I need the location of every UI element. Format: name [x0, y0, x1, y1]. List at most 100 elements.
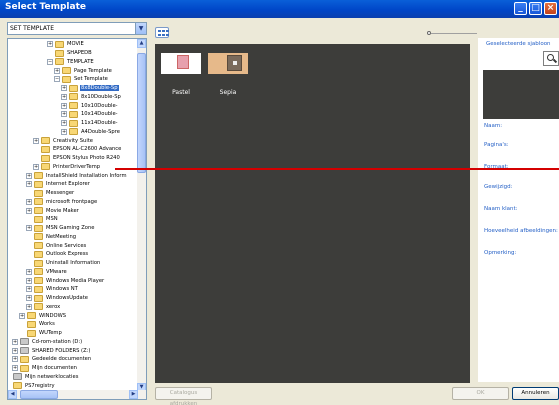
ok-button[interactable]: OK — [452, 387, 509, 400]
scroll-up-icon[interactable]: ▲ — [137, 39, 146, 48]
tree-vertical-scrollbar[interactable]: ▲ ▼ — [137, 39, 146, 392]
tree-item[interactable]: Mijn netwerklocaties — [8, 373, 79, 382]
expand-icon[interactable]: + — [26, 303, 32, 310]
collapse-icon[interactable]: − — [47, 58, 53, 65]
tree-item[interactable]: +11x14Double- — [61, 119, 119, 128]
tree-item[interactable]: NetMeeting — [26, 233, 77, 242]
scroll-right-icon[interactable]: ▶ — [129, 390, 138, 399]
expand-icon[interactable]: + — [61, 111, 67, 118]
folder-icon — [41, 154, 50, 162]
expand-icon[interactable]: + — [12, 365, 18, 371]
chevron-down-icon[interactable]: ▼ — [135, 23, 146, 34]
expand-icon[interactable]: + — [26, 181, 32, 188]
zoom-slider[interactable] — [427, 31, 477, 35]
expand-icon[interactable]: + — [61, 102, 67, 109]
expand-icon[interactable]: + — [12, 338, 18, 345]
annotation-line — [115, 168, 559, 170]
tree-item[interactable]: MSN — [26, 215, 59, 224]
tree-item[interactable]: + WINDOWS — [19, 311, 67, 320]
tree-item[interactable]: Outlook Express — [26, 250, 89, 259]
expand-icon[interactable]: + — [61, 120, 67, 126]
zoom-search-icon[interactable] — [543, 51, 559, 66]
tree-item[interactable]: + Cd-rom-station (D:) — [12, 338, 83, 347]
tree-item[interactable]: Messenger — [26, 189, 75, 198]
print-catalog-button[interactable]: Catalogus afdrukken — [155, 387, 212, 405]
tree-item[interactable]: + SHARED FOLDERS (Z:) — [12, 346, 91, 355]
cancel-button[interactable]: Annuleren — [512, 387, 559, 400]
tree-item[interactable]: SHAPEDB — [47, 49, 93, 58]
expand-icon[interactable]: + — [61, 85, 67, 91]
expand-icon[interactable]: + — [12, 347, 18, 354]
tree-item[interactable]: + MOVIE — [47, 40, 85, 49]
tree-item[interactable]: + Windows NT — [26, 285, 79, 294]
zoom-slider-knob[interactable] — [427, 31, 431, 35]
minimize-button[interactable]: _ — [514, 2, 527, 15]
collapse-icon[interactable]: − — [54, 76, 60, 83]
folder-icon — [34, 285, 43, 293]
view-mode-button[interactable] — [155, 27, 169, 38]
tree-item-label: TEMPLATE — [67, 58, 94, 65]
scroll-thumb[interactable] — [137, 53, 146, 173]
tree-item[interactable]: + A4Double-Spre — [61, 128, 121, 137]
expand-icon[interactable]: + — [12, 356, 18, 363]
expand-icon[interactable]: + — [26, 277, 32, 284]
tree-item[interactable]: EPSON Stylus Photo R240 — [33, 154, 121, 163]
tree-item[interactable]: +8x10Double-Sp — [61, 93, 122, 102]
tree-item[interactable]: Uninstall Information — [26, 259, 101, 268]
tree-item-label: 8x8Double-Sp — [80, 85, 119, 91]
tree-item[interactable]: + Page Template — [54, 66, 113, 75]
tree-item[interactable]: Works — [19, 320, 56, 329]
title-bar[interactable]: Select Template _ □ × — [0, 0, 559, 18]
expand-icon[interactable]: + — [26, 295, 32, 301]
tree-item-label: A4Double-Spre — [81, 128, 120, 135]
tree-item[interactable]: +10x10Double- — [61, 101, 119, 110]
tree-item[interactable]: − TEMPLATE — [47, 58, 95, 67]
expand-icon[interactable]: + — [54, 67, 60, 74]
tree-item[interactable]: + xerox — [26, 303, 61, 312]
detail-image-count-label: Hoeveelheid afbeeldingen: — [484, 228, 558, 234]
expand-icon[interactable]: + — [47, 41, 53, 48]
tree-item[interactable]: WUTemp — [19, 329, 63, 338]
tree-item[interactable]: + MSN Gaming Zone — [26, 224, 95, 233]
expand-icon[interactable]: + — [26, 286, 32, 293]
expand-icon[interactable]: + — [26, 198, 32, 205]
tree-item[interactable]: +10x14Double- — [61, 110, 119, 119]
tree-item[interactable]: + Gedeelde documenten — [12, 355, 92, 364]
tree-item[interactable]: + PrinterDriverTemp — [33, 163, 101, 172]
template-gallery[interactable]: Pastel Sepia — [155, 44, 470, 383]
expand-icon[interactable]: + — [26, 225, 32, 231]
tree-item[interactable]: + Movie Maker — [26, 206, 80, 215]
expand-icon[interactable]: + — [26, 268, 32, 275]
tree-item[interactable]: − Set Template — [54, 75, 109, 84]
expand-icon[interactable]: + — [61, 128, 67, 135]
tree-item[interactable]: + Creativity Suite — [33, 136, 94, 145]
horizontal-scroll-thumb[interactable] — [20, 390, 58, 399]
expand-icon[interactable]: + — [26, 207, 32, 214]
tree-item[interactable]: + VMware — [26, 268, 68, 277]
folder-icon — [34, 233, 43, 241]
tree-item[interactable]: + Windows Media Player — [26, 276, 105, 285]
expand-icon[interactable]: + — [19, 312, 25, 319]
tree-item[interactable]: EPSON AL-C2600 Advance — [33, 145, 122, 154]
expand-icon[interactable]: + — [33, 163, 39, 170]
tree-item[interactable]: PS7registry — [8, 381, 56, 390]
expand-icon[interactable]: + — [26, 172, 32, 179]
folder-dropdown[interactable]: SET TEMPLATE ▼ — [7, 22, 147, 35]
scroll-left-icon[interactable]: ◀ — [8, 390, 17, 399]
expand-icon[interactable]: + — [33, 137, 39, 144]
tree-item[interactable]: + WindowsUpdate — [26, 294, 89, 303]
close-button[interactable]: × — [544, 2, 557, 15]
tree-item[interactable]: +8x8Double-Sp — [61, 84, 119, 93]
tree-item[interactable]: + Mijn documenten — [12, 364, 78, 373]
tree-item[interactable]: + microsoft frontpage — [26, 198, 98, 207]
tree-item[interactable]: Online Services — [26, 241, 87, 250]
tree-item[interactable]: + Internet Explorer — [26, 180, 91, 189]
maximize-button[interactable]: □ — [529, 2, 542, 15]
tree-horizontal-scrollbar[interactable]: ◀ ▶ — [8, 390, 146, 399]
tree-item[interactable]: + InstallShield Installation Inform — [26, 171, 128, 180]
folder-tree[interactable]: + MOVIE SHAPEDB − TEMPLATE + Page Template − Set… — [7, 38, 147, 400]
expand-icon[interactable]: + — [61, 93, 67, 100]
